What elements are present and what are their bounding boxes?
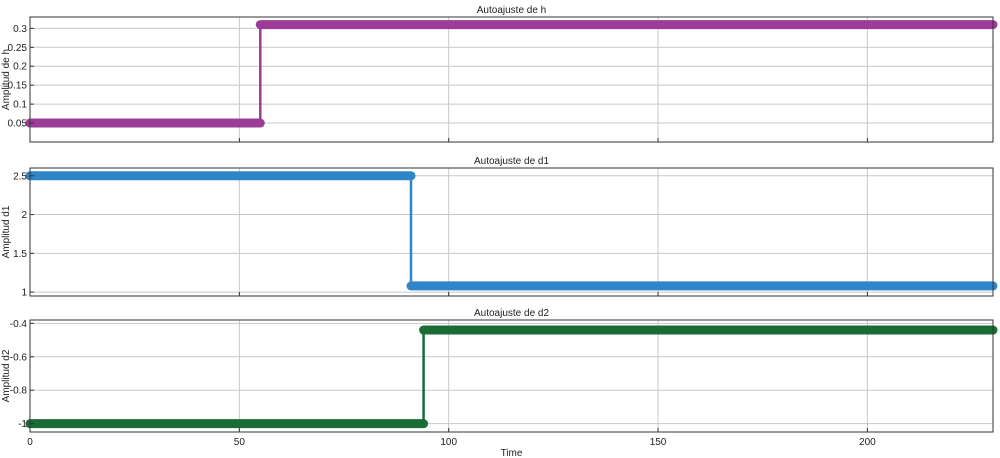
y-tick-label: -1	[18, 419, 27, 430]
y-tick-label: 0.1	[13, 100, 27, 111]
y-axis-label: Amplitud d2	[1, 349, 12, 402]
x-axis-label: Time	[501, 448, 523, 458]
x-tick-label: 100	[440, 437, 457, 448]
x-tick-label: 150	[650, 437, 667, 448]
y-tick-label: -0.8	[10, 386, 28, 397]
x-tick-label: 200	[859, 437, 876, 448]
chart-panel-2: 1 1.5 2 2.5 Autoajuste de d1 Amplitud d1	[1, 156, 998, 299]
y-tick-label: 1	[21, 288, 27, 299]
chart-title: Autoajuste de d2	[474, 308, 549, 319]
y-axis-label: Amplitud d1	[1, 205, 12, 258]
chart-panel-1: 0.050.10.150.20.250.3Autoajuste de hAmpl…	[1, 5, 998, 143]
y-tick-label: -0.4	[10, 319, 28, 330]
y-tick-label: 0.05	[8, 119, 28, 130]
y-tick-label: 2.5	[13, 171, 27, 182]
plot-area	[30, 320, 993, 432]
chart-title: Autoajuste de h	[477, 5, 547, 16]
y-tick-label: 2	[21, 210, 27, 221]
y-tick-label: 1.5	[13, 249, 27, 260]
y-tick-label: -0.6	[10, 352, 28, 363]
figure: 0.050.10.150.20.250.3Autoajuste de hAmpl…	[1, 5, 998, 458]
y-tick-label: 0.3	[13, 24, 27, 35]
x-tick-label: 0	[27, 437, 33, 448]
y-tick-label: 0.2	[13, 62, 27, 73]
chart-panel-3: -1 -0.8 -0.6 -0.4 0 50 100 150 200 Autoajuste de …	[1, 308, 998, 458]
y-axis-label: Amplitud de h	[1, 49, 12, 110]
plot-area	[30, 168, 993, 296]
chart-title: Autoajuste de d1	[474, 156, 549, 167]
x-tick-label: 50	[234, 437, 246, 448]
